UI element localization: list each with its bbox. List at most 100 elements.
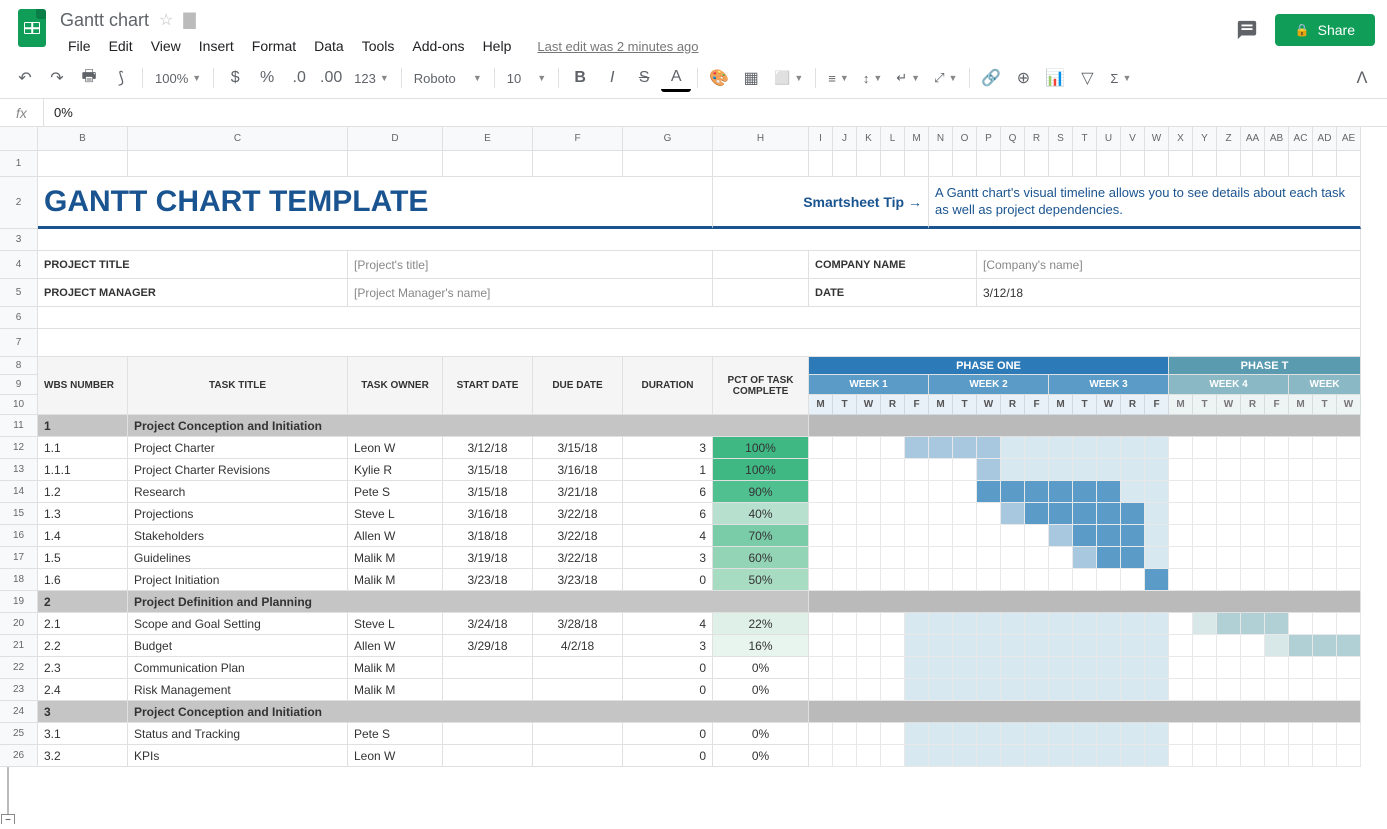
gantt-cell[interactable] bbox=[953, 745, 977, 767]
gantt-cell[interactable] bbox=[1169, 635, 1193, 657]
gantt-cell[interactable] bbox=[1241, 679, 1265, 701]
gantt-cell[interactable] bbox=[1265, 547, 1289, 569]
cell-dur[interactable]: 4 bbox=[623, 613, 713, 635]
hdr-due[interactable]: DUE DATE bbox=[533, 357, 623, 415]
gantt-cell[interactable] bbox=[1145, 503, 1169, 525]
cell-wbs[interactable]: 1.4 bbox=[38, 525, 128, 547]
gantt-cell[interactable] bbox=[881, 481, 905, 503]
section-gantt[interactable] bbox=[809, 415, 1361, 437]
gantt-cell[interactable] bbox=[1001, 679, 1025, 701]
cell-owner[interactable]: Allen W bbox=[348, 525, 443, 547]
gantt-cell[interactable] bbox=[1241, 657, 1265, 679]
gantt-cell[interactable] bbox=[1025, 503, 1049, 525]
gantt-cell[interactable] bbox=[1121, 547, 1145, 569]
gantt-cell[interactable] bbox=[1049, 613, 1073, 635]
cell-dur[interactable]: 3 bbox=[623, 437, 713, 459]
gantt-cell[interactable] bbox=[809, 525, 833, 547]
section-title[interactable]: Project Conception and Initiation bbox=[128, 701, 809, 723]
cell-pct[interactable]: 0% bbox=[713, 723, 809, 745]
cell-start[interactable]: 3/12/18 bbox=[443, 437, 533, 459]
gantt-cell[interactable] bbox=[1193, 723, 1217, 745]
gantt-cell[interactable] bbox=[1193, 459, 1217, 481]
day-header[interactable]: R bbox=[1121, 395, 1145, 415]
gantt-cell[interactable] bbox=[929, 437, 953, 459]
gantt-cell[interactable] bbox=[1097, 481, 1121, 503]
comments-icon[interactable] bbox=[1235, 18, 1259, 42]
col-header-I[interactable]: I bbox=[809, 127, 833, 151]
cell-title[interactable]: Project Charter bbox=[128, 437, 348, 459]
gantt-cell[interactable] bbox=[1313, 635, 1337, 657]
currency-icon[interactable]: $ bbox=[220, 64, 250, 92]
gantt-cell[interactable] bbox=[1193, 437, 1217, 459]
gantt-cell[interactable] bbox=[1217, 481, 1241, 503]
day-header[interactable]: R bbox=[881, 395, 905, 415]
gantt-cell[interactable] bbox=[905, 437, 929, 459]
col-header-D[interactable]: D bbox=[348, 127, 443, 151]
row-header-25[interactable]: 25 bbox=[0, 723, 38, 745]
gantt-cell[interactable] bbox=[1313, 657, 1337, 679]
col-header-W[interactable]: W bbox=[1145, 127, 1169, 151]
col-header-Y[interactable]: Y bbox=[1193, 127, 1217, 151]
gantt-cell[interactable] bbox=[977, 745, 1001, 767]
menu-help[interactable]: Help bbox=[475, 34, 520, 58]
row-header-22[interactable]: 22 bbox=[0, 657, 38, 679]
gantt-cell[interactable] bbox=[905, 635, 929, 657]
cell-start[interactable] bbox=[443, 723, 533, 745]
hdr-wbs[interactable]: WBS NUMBER bbox=[38, 357, 128, 415]
gantt-cell[interactable] bbox=[1025, 525, 1049, 547]
row-header-26[interactable]: 26 bbox=[0, 745, 38, 767]
cell-dur[interactable]: 6 bbox=[623, 503, 713, 525]
gantt-cell[interactable] bbox=[1121, 569, 1145, 591]
day-header[interactable]: M bbox=[1289, 395, 1313, 415]
col-header-O[interactable]: O bbox=[953, 127, 977, 151]
gantt-cell[interactable] bbox=[1001, 437, 1025, 459]
cell-due[interactable]: 3/22/18 bbox=[533, 525, 623, 547]
row-header-18[interactable]: 18 bbox=[0, 569, 38, 591]
gantt-cell[interactable] bbox=[1169, 657, 1193, 679]
gantt-cell[interactable] bbox=[977, 525, 1001, 547]
gantt-cell[interactable] bbox=[1145, 635, 1169, 657]
row-header-1[interactable]: 1 bbox=[0, 151, 38, 177]
date-label[interactable]: DATE bbox=[809, 279, 977, 307]
cell-pct[interactable]: 0% bbox=[713, 657, 809, 679]
gantt-cell[interactable] bbox=[1001, 635, 1025, 657]
cell-pct[interactable]: 0% bbox=[713, 745, 809, 767]
cell-due[interactable]: 3/15/18 bbox=[533, 437, 623, 459]
gantt-cell[interactable] bbox=[1145, 525, 1169, 547]
gantt-cell[interactable] bbox=[953, 569, 977, 591]
gantt-cell[interactable] bbox=[1025, 679, 1049, 701]
gantt-cell[interactable] bbox=[929, 481, 953, 503]
gantt-cell[interactable] bbox=[1241, 613, 1265, 635]
gantt-cell[interactable] bbox=[1193, 503, 1217, 525]
font-select[interactable]: Roboto▼ bbox=[408, 67, 488, 90]
gantt-cell[interactable] bbox=[1121, 481, 1145, 503]
gantt-cell[interactable] bbox=[1001, 525, 1025, 547]
gantt-cell[interactable] bbox=[1193, 657, 1217, 679]
gantt-cell[interactable] bbox=[1217, 613, 1241, 635]
day-header[interactable]: F bbox=[1025, 395, 1049, 415]
cell-wbs[interactable]: 2.4 bbox=[38, 679, 128, 701]
date-value[interactable]: 3/12/18 bbox=[977, 279, 1361, 307]
gantt-cell[interactable] bbox=[977, 723, 1001, 745]
row-header-11[interactable]: 11 bbox=[0, 415, 38, 437]
cell-owner[interactable]: Leon W bbox=[348, 437, 443, 459]
row-header-6[interactable]: 6 bbox=[0, 307, 38, 329]
gantt-cell[interactable] bbox=[929, 569, 953, 591]
gantt-cell[interactable] bbox=[1025, 569, 1049, 591]
gantt-cell[interactable] bbox=[977, 657, 1001, 679]
gantt-cell[interactable] bbox=[857, 723, 881, 745]
gantt-cell[interactable] bbox=[1313, 745, 1337, 767]
gantt-cell[interactable] bbox=[1073, 547, 1097, 569]
gantt-cell[interactable] bbox=[1049, 459, 1073, 481]
gantt-cell[interactable] bbox=[1169, 745, 1193, 767]
gantt-cell[interactable] bbox=[1145, 723, 1169, 745]
undo-icon[interactable]: ↶ bbox=[10, 64, 40, 92]
gantt-cell[interactable] bbox=[1241, 635, 1265, 657]
cell-wbs[interactable]: 2.1 bbox=[38, 613, 128, 635]
gantt-cell[interactable] bbox=[1217, 525, 1241, 547]
gantt-cell[interactable] bbox=[1265, 437, 1289, 459]
functions-icon[interactable]: Σ▼ bbox=[1104, 67, 1137, 90]
cell-title[interactable]: Communication Plan bbox=[128, 657, 348, 679]
gantt-cell[interactable] bbox=[1337, 723, 1361, 745]
gantt-cell[interactable] bbox=[809, 745, 833, 767]
